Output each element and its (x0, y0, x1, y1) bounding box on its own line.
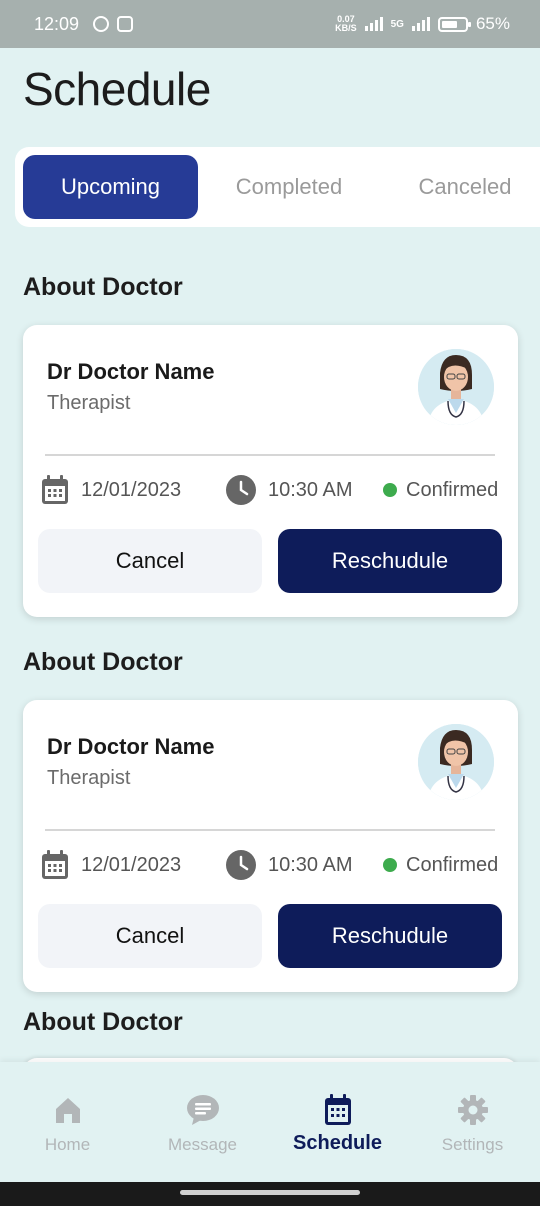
nav-home-label: Home (44, 1135, 91, 1154)
instagram-icon (117, 16, 134, 32)
home-gesture-handle[interactable] (180, 1190, 360, 1195)
gear-icon (457, 1095, 488, 1125)
tab-canceled[interactable]: Canceled (380, 155, 540, 219)
appointment-status: Confirmed (406, 478, 499, 501)
tab-upcoming[interactable]: Upcoming (23, 155, 198, 219)
nav-message-label: Message (168, 1135, 237, 1154)
doctor-role: Therapist (47, 392, 131, 414)
doctor-avatar (418, 349, 494, 425)
section-title: About Doctor (23, 648, 183, 676)
tab-completed[interactable]: Completed (198, 155, 380, 219)
status-dot-icon (383, 858, 397, 872)
appointment-status: Confirmed (406, 853, 499, 876)
message-icon (186, 1095, 219, 1125)
appointment-time: 10:30 AM (268, 478, 353, 501)
nav-schedule-label: Schedule (293, 1132, 382, 1154)
page-title: Schedule (23, 63, 211, 115)
home-icon (55, 1098, 80, 1123)
system-nav-bar (0, 1182, 540, 1206)
doctor-avatar (418, 724, 494, 800)
tab-bar: Upcoming Completed Canceled (15, 147, 540, 227)
clock-icon (226, 850, 256, 880)
nav-schedule[interactable]: Schedule (270, 1062, 405, 1182)
calendar-icon (42, 475, 68, 504)
appointment-date: 12/01/2023 (81, 853, 182, 876)
nav-home[interactable]: Home (0, 1062, 135, 1182)
signal-icon-2 (411, 17, 430, 31)
reschedule-button[interactable]: Reschudule (278, 529, 502, 593)
status-time: 12:09 (34, 13, 80, 34)
nav-message[interactable]: Message (135, 1062, 270, 1182)
card-divider (45, 454, 495, 456)
reschedule-button[interactable]: Reschudule (278, 904, 502, 968)
doctor-role: Therapist (47, 767, 131, 789)
battery-icon (437, 16, 471, 32)
appointment-card[interactable]: Dr Doctor Name Therapist 12/01/2023 10:3… (23, 325, 518, 617)
status-dot-icon (383, 483, 397, 497)
section-title: About Doctor (23, 273, 183, 301)
appointment-card[interactable]: Dr Doctor Name Therapist 12/01/2023 10:3… (23, 700, 518, 992)
nav-settings-label: Settings (441, 1135, 504, 1154)
nav-settings[interactable]: Settings (405, 1062, 540, 1182)
doctor-name: Dr Doctor Name (47, 359, 215, 384)
appointment-date: 12/01/2023 (81, 478, 182, 501)
section-title: About Doctor (23, 1008, 183, 1036)
calendar-icon (42, 850, 68, 879)
whatsapp-icon (93, 16, 110, 32)
net-speed: 0.07 KB/S (335, 14, 357, 33)
network-type: 5G (390, 18, 404, 30)
cancel-button[interactable]: Cancel (38, 904, 262, 968)
calendar-icon (324, 1094, 351, 1125)
signal-icon (364, 17, 383, 31)
appointment-time: 10:30 AM (268, 853, 353, 876)
bottom-nav: Home Message Schedule Settings (0, 1062, 540, 1182)
doctor-name: Dr Doctor Name (47, 734, 215, 759)
battery-level: 65% (475, 14, 510, 33)
status-bar: 12:09 0.07 KB/S 5G 65% (0, 0, 540, 48)
clock-icon (226, 475, 256, 505)
card-divider (45, 829, 495, 831)
cancel-button[interactable]: Cancel (38, 529, 262, 593)
